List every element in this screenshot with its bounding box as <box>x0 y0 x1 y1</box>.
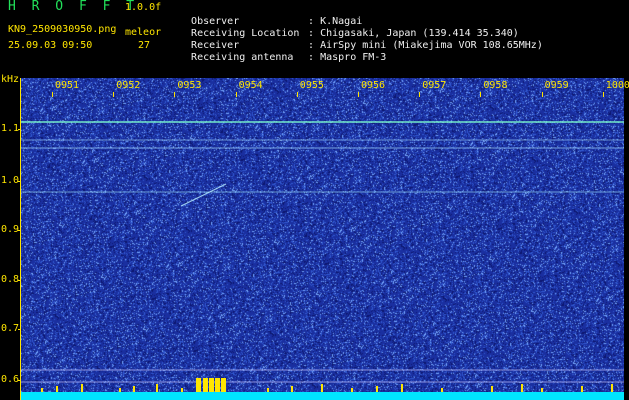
signal-spike <box>81 384 83 392</box>
info-label: Receiving antenna <box>191 52 294 63</box>
frequency-axis-tick <box>18 129 21 130</box>
time-axis-tick <box>296 92 298 97</box>
signal-spike <box>133 386 135 392</box>
frequency-axis-label: 0.7 <box>1 323 20 334</box>
time-axis-tick <box>52 92 53 97</box>
frequency-axis-tick <box>18 280 21 281</box>
signal-spike <box>196 378 201 392</box>
signal-spike <box>611 384 613 392</box>
signal-spike <box>181 388 183 392</box>
spectrogram-overlay <box>21 121 624 400</box>
time-axis-tick <box>480 92 482 97</box>
signal-spike <box>215 378 220 392</box>
signal-spike <box>351 388 353 392</box>
signal-spike <box>203 378 208 392</box>
fft-parameter: 1.0.0f <box>125 2 162 13</box>
time-axis-tick <box>174 92 176 97</box>
frequency-axis-label: 0.9 <box>1 224 20 235</box>
time-axis-label: 0956 <box>361 80 386 91</box>
time-axis-tick <box>358 92 359 97</box>
time-axis-tick <box>235 92 237 97</box>
signal-spike <box>156 384 158 392</box>
info-row-antenna: Receiving antenna : Maspro FM-3 <box>179 40 386 64</box>
frequency-axis-tick <box>18 329 21 330</box>
frequency-axis-label: 1.1 <box>1 123 20 134</box>
time-axis-label: 0951 <box>55 80 80 91</box>
file-name: KN9_2509030950.png <box>8 24 117 35</box>
time-axis-label: 0953 <box>177 80 202 91</box>
signal-spike <box>221 378 226 392</box>
time-axis-tick <box>602 92 604 97</box>
signal-spike <box>41 388 43 392</box>
detection-count: 27 <box>138 40 151 51</box>
signal-spike <box>209 378 214 392</box>
time-axis-tick <box>541 92 543 97</box>
meteor-trail <box>180 183 227 207</box>
app-title: H R O F F T <box>8 0 139 14</box>
time-axis-label: 0958 <box>483 80 508 91</box>
frequency-axis-tick <box>18 181 21 182</box>
signal-spike <box>321 384 323 392</box>
date-time: 25.09.03 09:50 <box>8 40 93 51</box>
signal-spike <box>267 388 269 392</box>
signal-spike <box>441 388 443 392</box>
signal-spike <box>401 384 403 392</box>
frequency-axis-label: 0.6 <box>1 374 20 385</box>
signal-spike <box>521 384 523 392</box>
frequency-unit-label: kHz <box>1 74 20 85</box>
time-axis-label: 0959 <box>544 80 569 91</box>
signal-spike <box>376 386 378 392</box>
info-value: : Maspro FM-3 <box>308 52 387 63</box>
frequency-axis-label: 1.0 <box>1 175 20 186</box>
signal-spike <box>491 386 493 392</box>
signal-spikes <box>41 378 613 392</box>
time-axis-label: 0955 <box>299 80 324 91</box>
frequency-axis-tick <box>18 380 21 381</box>
time-axis-tick <box>419 92 421 97</box>
signal-spike <box>541 388 543 392</box>
frequency-axis-label: 0.8 <box>1 274 20 285</box>
signal-spike <box>56 386 58 392</box>
time-axis-label: 1000 <box>605 80 629 91</box>
signal-spike <box>119 388 121 392</box>
time-axis-tick <box>113 92 115 97</box>
time-axis-label: 0954 <box>238 80 263 91</box>
time-axis-label: 0957 <box>422 80 447 91</box>
time-axis-label: 0952 <box>116 80 141 91</box>
signal-spike <box>581 386 583 392</box>
detection-mode: meleor <box>125 27 162 38</box>
spectrogram-plot <box>21 78 624 400</box>
signal-spike <box>291 386 293 392</box>
frequency-axis-tick <box>18 230 21 231</box>
bottom-signal-bar <box>21 392 624 400</box>
